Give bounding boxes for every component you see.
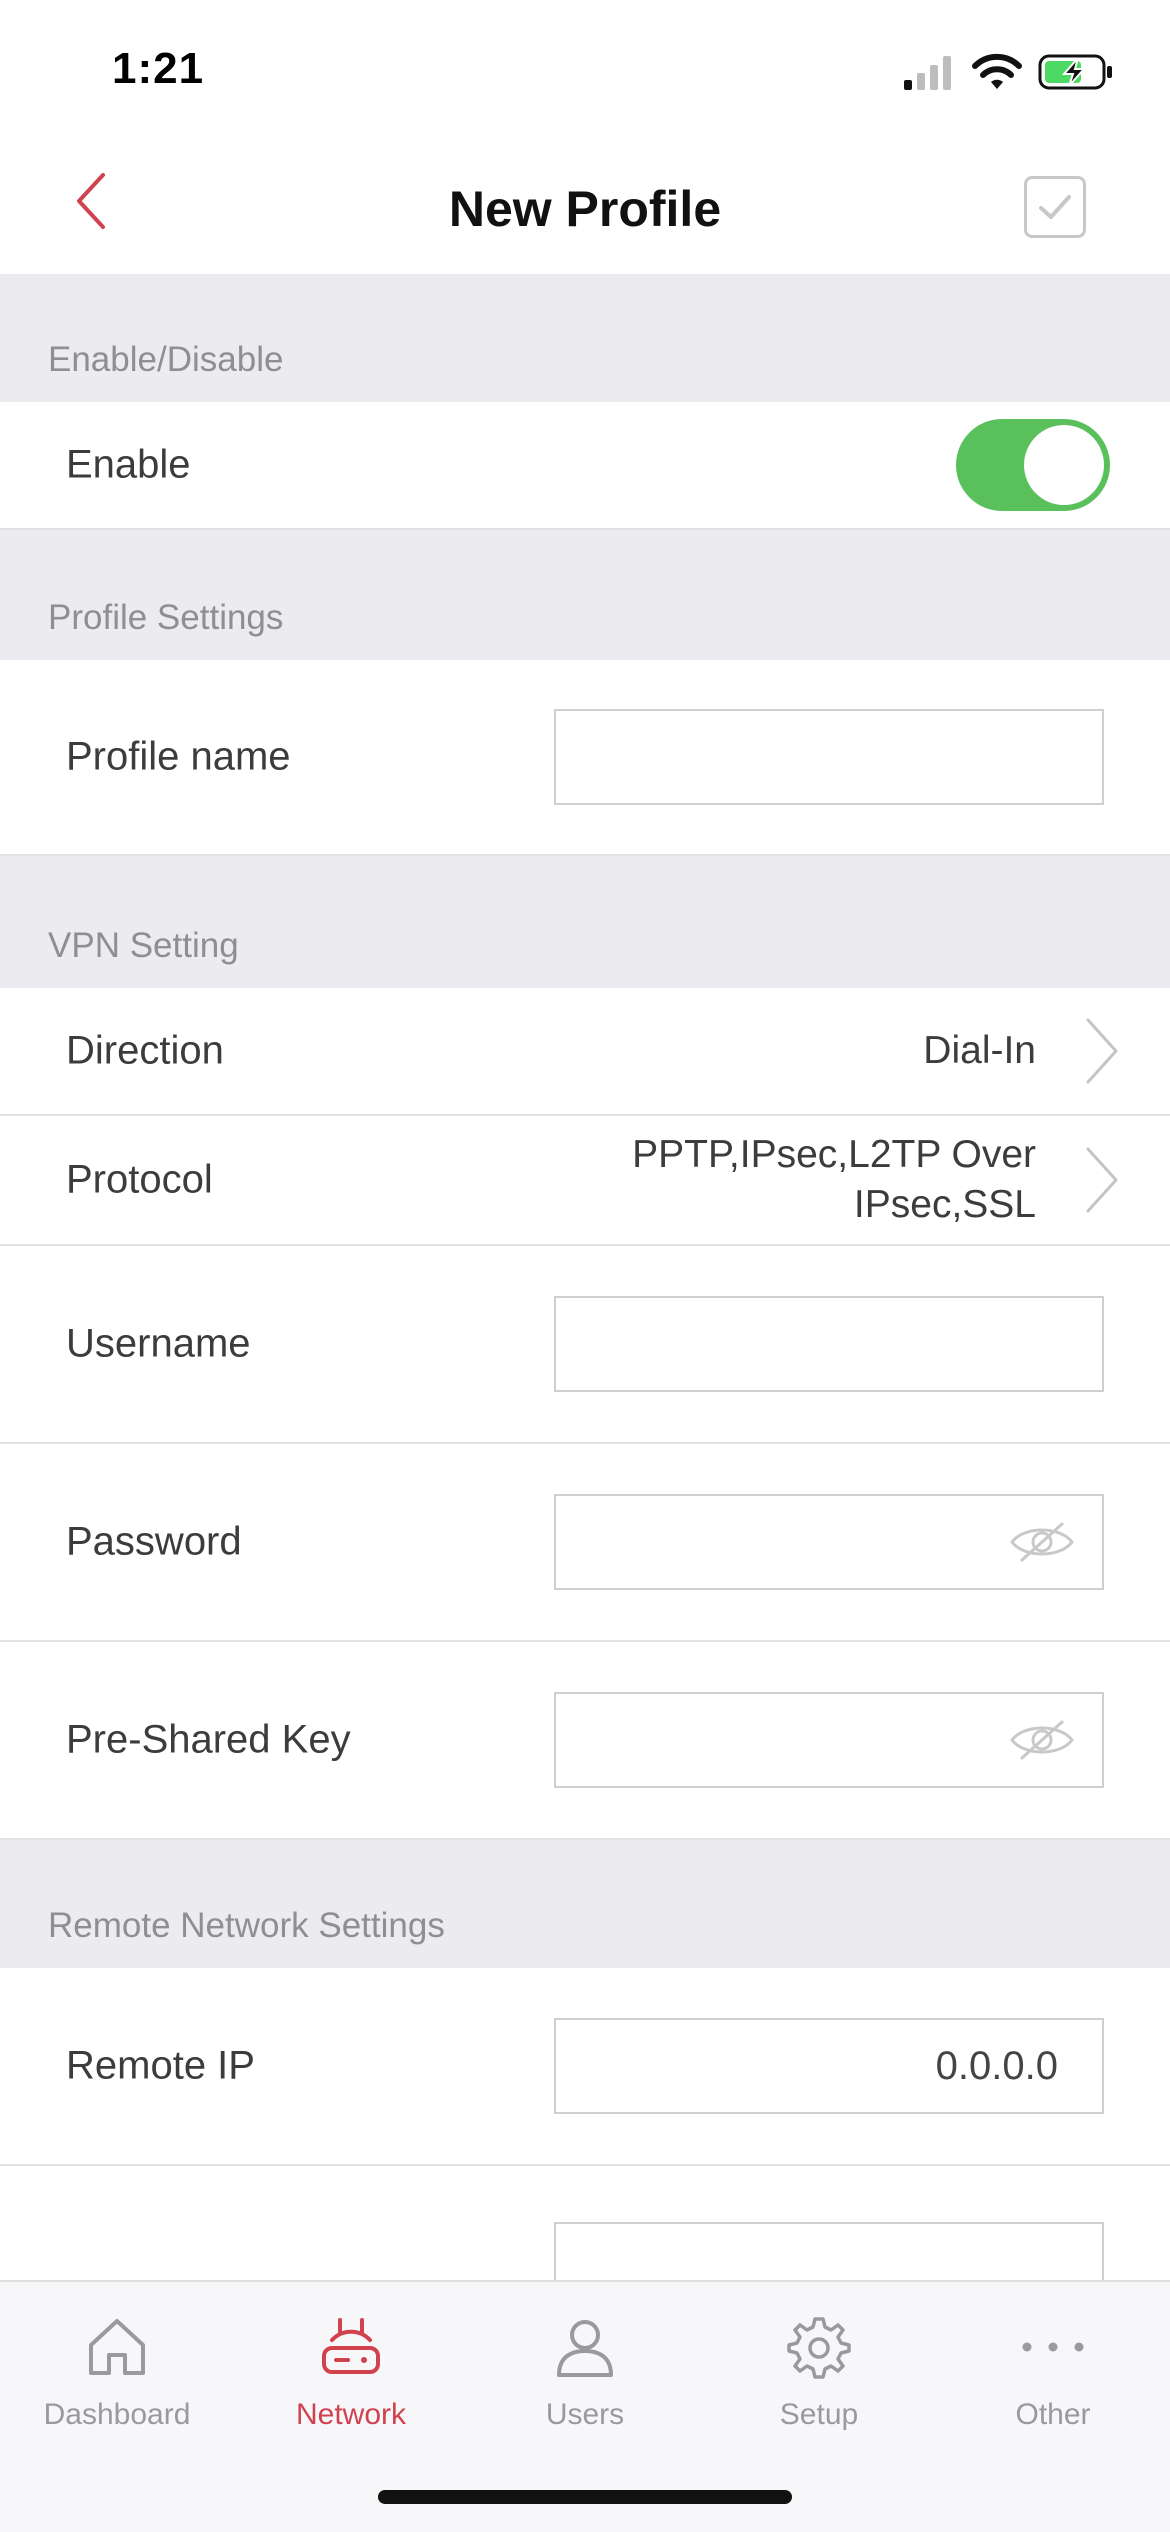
tab-label: Setup bbox=[779, 2398, 859, 2431]
status-icons bbox=[902, 52, 1114, 92]
settings-form: Enable/Disable Enable Profile Settings P… bbox=[0, 274, 1170, 2292]
tab-label: Dashboard bbox=[43, 2398, 191, 2431]
section-header-remote: Remote Network Settings bbox=[0, 1840, 1170, 1968]
section-title: Profile Settings bbox=[48, 598, 284, 637]
section-title: Remote Network Settings bbox=[48, 1906, 445, 1945]
more-icon bbox=[1022, 2342, 1084, 2352]
tab-other[interactable]: Other bbox=[936, 2310, 1170, 2432]
tab-dashboard[interactable]: Dashboard bbox=[0, 2310, 234, 2432]
enable-row: Enable bbox=[0, 402, 1170, 530]
section-header-profile: Profile Settings bbox=[0, 530, 1170, 660]
eye-slash-icon[interactable] bbox=[1008, 1718, 1076, 1762]
navigation-bar: New Profile bbox=[0, 140, 1170, 274]
wifi-icon bbox=[972, 53, 1022, 89]
battery-charging-icon bbox=[1038, 54, 1112, 90]
status-time: 1:21 bbox=[112, 44, 205, 93]
user-icon bbox=[557, 2320, 613, 2377]
direction-value: Dial-In bbox=[923, 1029, 1036, 1072]
section-title: Enable/Disable bbox=[48, 340, 284, 379]
eye-slash-icon[interactable] bbox=[1008, 1520, 1076, 1564]
gear-icon bbox=[787, 2317, 851, 2379]
protocol-row[interactable]: Protocol PPTP,IPsec,L2TP Over IPsec,SSL bbox=[0, 1116, 1170, 1246]
home-indicator[interactable] bbox=[378, 2490, 792, 2504]
home-icon bbox=[89, 2319, 145, 2375]
page-title: New Profile bbox=[448, 181, 722, 237]
tab-label: Network bbox=[295, 2398, 407, 2431]
tab-label: Users bbox=[545, 2398, 625, 2431]
tab-label: Other bbox=[1015, 2398, 1091, 2431]
password-row: Password bbox=[0, 1444, 1170, 1642]
pre-shared-key-label: Pre-Shared Key bbox=[66, 1717, 351, 1762]
cellular-signal-icon bbox=[904, 56, 951, 90]
chevron-right-icon bbox=[1086, 1018, 1118, 1084]
profile-name-row: Profile name bbox=[0, 660, 1170, 856]
protocol-value: PPTP,IPsec,L2TP Over IPsec,SSL bbox=[632, 1130, 1036, 1230]
username-label: Username bbox=[66, 1321, 251, 1366]
enable-toggle[interactable] bbox=[956, 419, 1110, 511]
tab-setup[interactable]: Setup bbox=[702, 2310, 936, 2432]
next-row-partial bbox=[0, 2166, 1170, 2292]
protocol-value-line-1: PPTP,IPsec,L2TP Over bbox=[632, 1133, 1036, 1176]
router-icon bbox=[322, 2318, 380, 2374]
profile-name-input[interactable] bbox=[554, 709, 1104, 805]
password-label: Password bbox=[66, 1519, 242, 1564]
username-input[interactable] bbox=[554, 1296, 1104, 1392]
section-header-enable: Enable/Disable bbox=[0, 274, 1170, 402]
section-title: VPN Setting bbox=[48, 926, 239, 965]
protocol-label: Protocol bbox=[66, 1157, 213, 1202]
direction-row[interactable]: Direction Dial-In bbox=[0, 988, 1170, 1116]
pre-shared-key-row: Pre-Shared Key bbox=[0, 1642, 1170, 1840]
remote-ip-input[interactable] bbox=[554, 2018, 1104, 2114]
checkmark-icon bbox=[1039, 195, 1071, 219]
save-button[interactable] bbox=[1024, 176, 1086, 238]
chevron-right-icon bbox=[1086, 1147, 1118, 1213]
toggle-knob bbox=[1024, 425, 1104, 505]
remote-ip-label: Remote IP bbox=[66, 2043, 255, 2088]
username-row: Username bbox=[0, 1246, 1170, 1444]
direction-label: Direction bbox=[66, 1028, 224, 1073]
profile-name-label: Profile name bbox=[66, 734, 291, 779]
tab-network[interactable]: Network bbox=[234, 2310, 468, 2432]
protocol-value-line-2: IPsec,SSL bbox=[853, 1183, 1036, 1226]
section-header-vpn: VPN Setting bbox=[0, 856, 1170, 988]
remote-ip-row: Remote IP bbox=[0, 1968, 1170, 2166]
tab-users[interactable]: Users bbox=[468, 2310, 702, 2432]
status-bar: 1:21 bbox=[0, 0, 1170, 140]
enable-label: Enable bbox=[66, 442, 191, 487]
